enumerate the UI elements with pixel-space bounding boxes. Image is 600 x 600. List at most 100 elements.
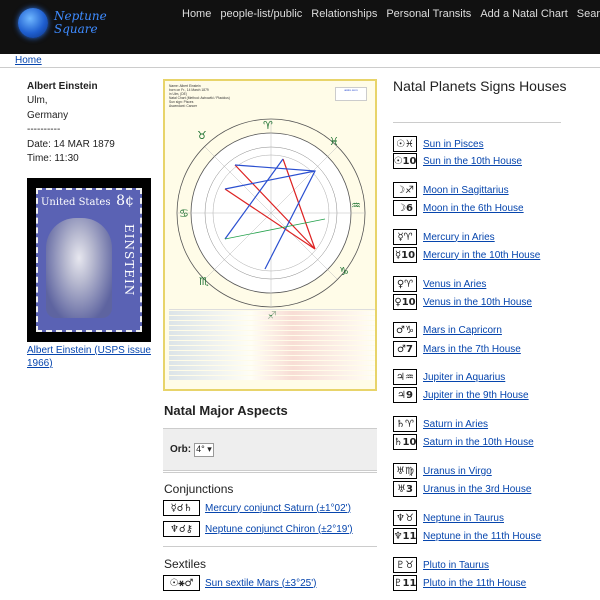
divider <box>393 122 561 123</box>
svg-text:♉: ♉ <box>197 129 207 142</box>
planet-house-row: ☿10 Mercury in the 10th House <box>393 247 540 263</box>
planet-sign-icon: ♂♑ <box>393 322 417 338</box>
planet-sign-link[interactable]: Mars in Capricorn <box>423 325 502 336</box>
aspect-row: ☿☌♄ Mercury conjunct Saturn (±1°02') <box>163 500 351 516</box>
person-divider: ---------- <box>27 124 61 136</box>
stamp-price: 8¢ <box>116 193 134 209</box>
planet-house-icon: ☽6 <box>393 200 417 216</box>
planet-house-link[interactable]: Sun in the 10th House <box>423 156 522 167</box>
planet-house-icon: ♀10 <box>393 294 417 310</box>
planet-sign-link[interactable]: Neptune in Taurus <box>423 513 504 524</box>
person-city: Ulm, <box>27 95 48 106</box>
planet-house-row: ♃9 Jupiter in the 9th House <box>393 387 529 403</box>
nav-link-personal-transits[interactable]: Personal Transits <box>386 8 471 20</box>
planet-house-row: ♇11 Pluto in the 11th House <box>393 575 526 591</box>
nav-links: Home people-list/public Relationships Pe… <box>182 8 600 20</box>
planet-house-icon: ♄10 <box>393 434 417 450</box>
planet-house-row: ♆11 Neptune in the 11th House <box>393 528 541 544</box>
planet-sign-row: ☉♓ Sun in Pisces <box>393 136 484 152</box>
planet-house-link[interactable]: Mercury in the 10th House <box>423 250 540 261</box>
person-birth-date: Date: 14 MAR 1879 <box>27 138 115 150</box>
planets-title: Natal Planets Signs Houses <box>393 78 567 94</box>
stamp-caption-link[interactable]: Albert Einstein (USPS issue 1966) <box>27 344 151 370</box>
planet-sign-link[interactable]: Uranus in Virgo <box>423 466 492 477</box>
orb-filter: Orb: 4° ▾ <box>163 428 377 471</box>
planet-sign-icon: ☿♈ <box>393 229 417 245</box>
aspect-link[interactable]: Mercury conjunct Saturn (±1°02') <box>205 503 351 514</box>
planet-house-link[interactable]: Uranus in the 3rd House <box>423 484 531 495</box>
planet-house-icon: ♇11 <box>393 575 417 591</box>
planet-house-link[interactable]: Venus in the 10th House <box>423 297 532 308</box>
orb-select[interactable]: 4° ▾ <box>194 442 214 457</box>
planet-house-icon: ♆11 <box>393 528 417 544</box>
nav-link-relationships[interactable]: Relationships <box>311 8 377 20</box>
planet-sign-row: ♅♍ Uranus in Virgo <box>393 463 492 479</box>
svg-text:♋: ♋ <box>179 207 189 220</box>
orb-label: Orb: <box>170 444 192 455</box>
person-country: Germany <box>27 109 69 121</box>
logo-line-2: Square <box>54 22 98 36</box>
planet-house-row: ♀10 Venus in the 10th House <box>393 294 532 310</box>
person-birth-time: Time: 11:30 <box>27 153 79 165</box>
planet-house-icon: ♅3 <box>393 481 417 497</box>
aspect-glyph-icon: ☉⚹♂ <box>163 575 200 591</box>
planet-sign-icon: ♇♉ <box>393 557 417 573</box>
breadcrumb: Home <box>0 54 600 68</box>
portrait-face <box>46 218 112 318</box>
planet-sign-row: ♄♈ Saturn in Aries <box>393 416 488 432</box>
planet-sign-link[interactable]: Saturn in Aries <box>423 419 488 430</box>
site-logo[interactable]: Neptune Square <box>18 8 107 38</box>
planet-sign-link[interactable]: Mercury in Aries <box>423 232 495 243</box>
nav-link-search[interactable]: Search <box>577 8 600 20</box>
svg-text:♏: ♏ <box>199 275 209 288</box>
planet-sign-icon: ☉♓ <box>393 136 417 152</box>
planet-house-row: ☽6 Moon in the 6th House <box>393 200 524 216</box>
planet-sign-icon: ♄♈ <box>393 416 417 432</box>
planet-sign-icon: ♃♒ <box>393 369 417 385</box>
planet-house-icon: ♃9 <box>393 387 417 403</box>
portrait-stamp-image: United States 8¢ EINSTEIN <box>27 178 151 342</box>
nav-link-people-list[interactable]: people-list/public <box>220 8 302 20</box>
aspect-glyph-icon: ♆☌⚷ <box>163 521 200 537</box>
top-navbar: Neptune Square Home people-list/public R… <box>0 0 600 54</box>
planet-house-link[interactable]: Saturn in the 10th House <box>423 437 534 448</box>
planet-house-row: ♄10 Saturn in the 10th House <box>393 434 534 450</box>
planet-house-icon: ☉10 <box>393 153 417 169</box>
planet-sign-icon: ♅♍ <box>393 463 417 479</box>
chart-wheel: ♉ ♈ ♓ ♒ ♑ ♐ ♏ ♋ <box>176 118 366 322</box>
planet-sign-icon: ♀♈ <box>393 276 417 292</box>
planet-logo-icon <box>18 8 48 38</box>
planet-house-link[interactable]: Pluto in the 11th House <box>423 578 526 589</box>
nav-link-add-natal-chart[interactable]: Add a Natal Chart <box>480 8 567 20</box>
breadcrumb-home-link[interactable]: Home <box>15 55 42 66</box>
svg-text:♓: ♓ <box>329 135 339 148</box>
planet-house-link[interactable]: Jupiter in the 9th House <box>423 390 529 401</box>
planet-sign-link[interactable]: Pluto in Taurus <box>423 560 489 571</box>
aspect-row: ☉⚹♂ Sun sextile Mars (±3°25') <box>163 575 316 591</box>
planet-house-row: ♅3 Uranus in the 3rd House <box>393 481 531 497</box>
planet-house-link[interactable]: Moon in the 6th House <box>423 203 524 214</box>
aspect-row: ♆☌⚷ Neptune conjunct Chiron (±2°19') <box>163 521 353 537</box>
planet-house-row: ☉10 Sun in the 10th House <box>393 153 522 169</box>
planet-sign-row: ♇♉ Pluto in Taurus <box>393 557 489 573</box>
planet-house-row: ♂7 Mars in the 7th House <box>393 341 521 357</box>
planet-house-icon: ♂7 <box>393 341 417 357</box>
aspect-link[interactable]: Neptune conjunct Chiron (±2°19') <box>205 524 353 535</box>
planet-sign-link[interactable]: Venus in Aries <box>423 279 486 290</box>
svg-text:♑: ♑ <box>339 265 349 278</box>
nav-link-home[interactable]: Home <box>182 8 211 20</box>
planet-house-link[interactable]: Mars in the 7th House <box>423 344 521 355</box>
planet-sign-row: ☽♐ Moon in Sagittarius <box>393 182 509 198</box>
planet-sign-row: ♂♑ Mars in Capricorn <box>393 322 502 338</box>
planet-sign-row: ♃♒ Jupiter in Aquarius <box>393 369 505 385</box>
person-info: Albert Einstein Ulm, Germany ---------- … <box>27 80 155 167</box>
aspect-link[interactable]: Sun sextile Mars (±3°25') <box>205 578 316 589</box>
planet-house-link[interactable]: Neptune in the 11th House <box>423 531 541 542</box>
planet-sign-icon: ☽♐ <box>393 182 417 198</box>
sextiles-title: Sextiles <box>164 557 207 571</box>
divider <box>163 546 377 547</box>
planet-sign-link[interactable]: Sun in Pisces <box>423 139 484 150</box>
planet-sign-link[interactable]: Jupiter in Aquarius <box>423 372 505 383</box>
natal-chart-image[interactable]: Name: Albert Einstein born on Fr., 14 Ma… <box>163 79 377 391</box>
planet-sign-link[interactable]: Moon in Sagittarius <box>423 185 509 196</box>
